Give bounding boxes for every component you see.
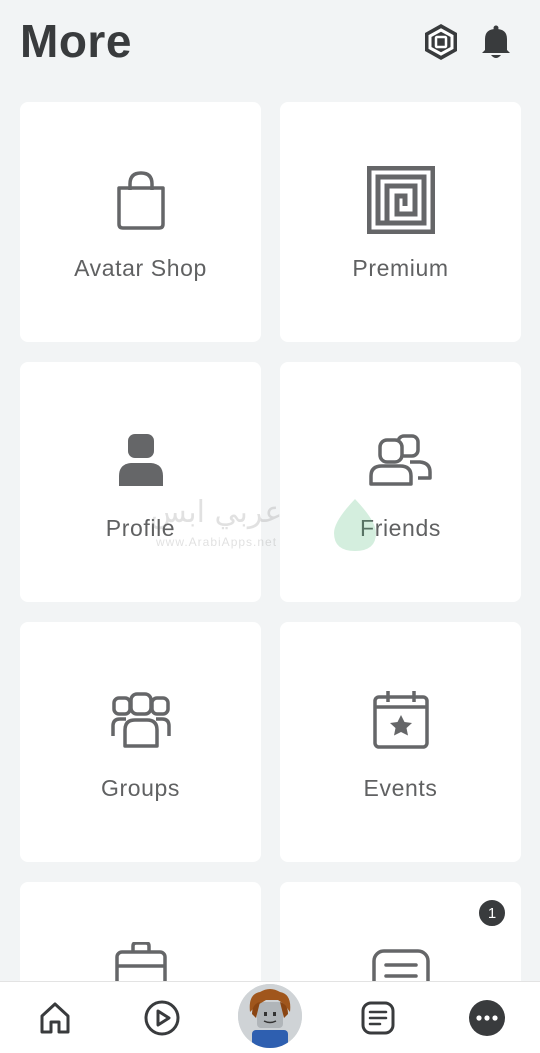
tile-label: Avatar Shop [74, 255, 207, 281]
groups-icon [20, 684, 261, 756]
robux-icon[interactable] [419, 20, 463, 64]
notification-badge: 1 [477, 898, 507, 928]
tile-groups[interactable]: Groups [20, 622, 261, 862]
tile-label: Events [363, 775, 438, 801]
tile-label: Premium [352, 255, 449, 281]
tile-friends[interactable]: Friends [280, 362, 521, 602]
tile-events[interactable]: Events [280, 622, 521, 862]
shopping-bag-icon [20, 164, 261, 236]
person-icon [20, 424, 261, 496]
tile-label: Friends [360, 515, 441, 541]
bottom-nav [0, 981, 540, 1053]
avatar-icon[interactable] [238, 984, 302, 1048]
tile-label: Profile [105, 515, 176, 541]
premium-icon [280, 164, 521, 236]
tile-inventory[interactable] [20, 882, 261, 982]
home-icon[interactable] [33, 996, 77, 1040]
bell-icon[interactable] [474, 20, 518, 64]
header: More [0, 0, 540, 90]
more-icon[interactable] [465, 996, 509, 1040]
tile-label: Groups [100, 775, 181, 801]
play-icon[interactable] [140, 996, 184, 1040]
tile-profile[interactable]: Profile [20, 362, 261, 602]
briefcase-icon [20, 942, 261, 982]
tile-avatar-shop[interactable]: Avatar Shop [20, 102, 261, 342]
tile-messages[interactable]: 1 [280, 882, 521, 982]
message-icon [280, 948, 521, 982]
friends-icon [280, 424, 521, 496]
tile-premium[interactable]: Premium [280, 102, 521, 342]
chat-icon[interactable] [356, 996, 400, 1040]
calendar-star-icon [280, 684, 521, 756]
page-title: More [20, 15, 132, 67]
